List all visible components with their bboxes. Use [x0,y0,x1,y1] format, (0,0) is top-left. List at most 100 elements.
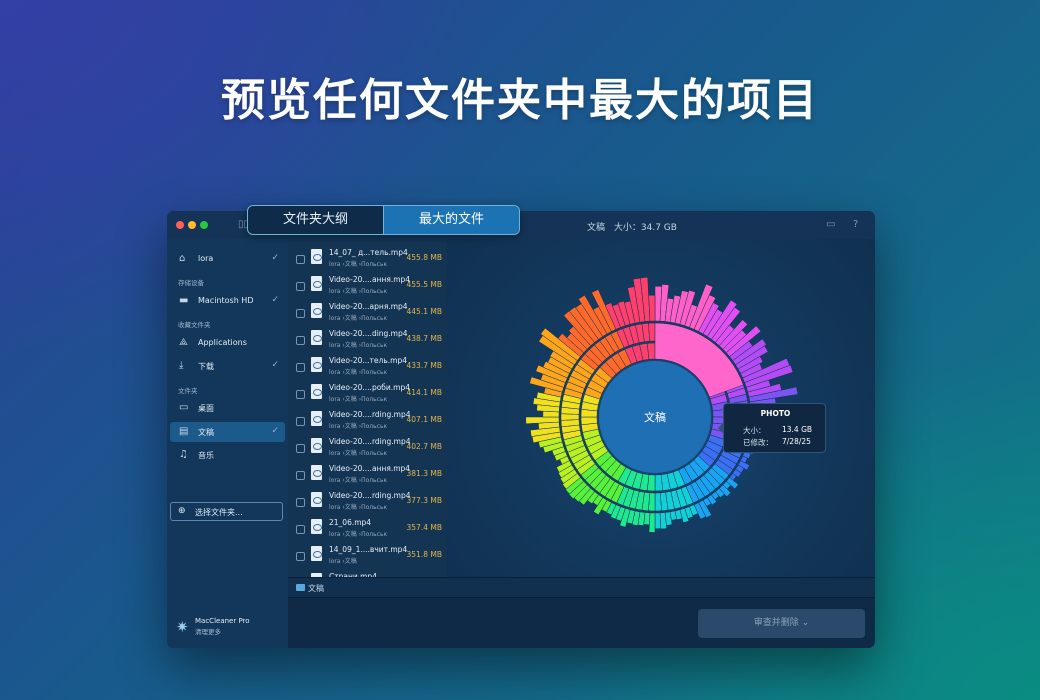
video-file-icon [311,411,322,426]
check-icon: ✓ [271,295,279,305]
tab-largest-files[interactable]: 最大的文件 [383,206,519,234]
file-row[interactable]: 21_06.mp4 lora ›文稿 ›Польськ 357.4 MB [288,515,447,542]
sidebar-item-label: Macintosh HD [198,296,254,305]
file-size: 402.7 MB [406,442,442,451]
choose-folder-button[interactable]: ⊕ 选择文件夹... [170,502,283,521]
file-checkbox[interactable] [296,552,305,561]
tab-folder-outline[interactable]: 文件夹大纲 [248,206,383,234]
check-icon: ✓ [271,360,279,370]
file-name: 14_09_1....вчит.mp4 [329,545,408,554]
zoom-window-button[interactable] [200,221,208,229]
video-file-icon [311,465,322,480]
file-size: 433.7 MB [406,361,442,370]
file-size: 357.4 MB [406,523,442,532]
close-window-button[interactable] [176,221,184,229]
desktop-icon: ▭ [179,402,189,413]
file-row[interactable]: Video-20....ding.mp4 lora ›文稿 ›Польськ 438… [288,326,447,353]
file-path: lora ›文稿 ›Польськ [329,315,388,322]
file-row[interactable]: Video-20...тель.mp4 lora ›文稿 ›Польськ 433.… [288,353,447,380]
file-name: Video-20....роби.mp4 [329,383,411,392]
sidebar-item-downloads[interactable]: ⤓ 下载 ✓ [170,356,285,376]
file-row[interactable]: Video-20....ання.mp4 lora ›文稿 ›Польськ 381… [288,461,447,488]
video-file-icon [311,519,322,534]
file-row[interactable]: Video-20....rding.mp4 lora ›文稿 ›Польськ 40… [288,407,447,434]
file-path: lora ›文稿 ›Польськ [329,369,388,376]
drive-icon: ▬ [179,295,189,306]
file-path: lora ›文稿 ›Польськ [329,477,388,484]
file-row[interactable]: 14_09_1....вчит.mp4 lora ›文稿 351.8 MB [288,542,447,569]
file-path: lora ›文稿 [329,558,357,565]
video-file-icon [311,330,322,345]
file-row[interactable]: 14_07_ д...тель.mp4 lora ›文稿 ›Польськ 455.… [288,245,447,272]
segment-tooltip: PHOTO 大小： 13.4 GB 已修改： 7/28/25 [718,403,826,453]
video-file-icon [311,357,322,372]
video-file-icon [311,384,322,399]
file-size: 445.1 MB [406,307,442,316]
document-icon: ▤ [179,426,189,437]
sidebar-item-macintosh-hd[interactable]: ▬ Macintosh HD ✓ [170,291,285,311]
file-row[interactable]: Video-20....роби.mp4 lora ›文稿 ›Польськ 414… [288,380,447,407]
sidebar-item-desktop[interactable]: ▭ 桌面 [170,398,285,418]
file-row[interactable]: Video-20...арня.mp4 lora ›文稿 ›Польськ 445.… [288,299,447,326]
file-size: 414.1 MB [406,388,442,397]
sunburst-ring-3-segment[interactable] [654,512,662,530]
review-and-delete-button[interactable]: 审查并删除 ⌄ [698,609,865,638]
sidebar: ⌂ lora ✓ 存储设备 ▬ Macintosh HD ✓ 收藏文件夹 ⟁ A… [167,239,288,648]
tooltip-modified-value: 7/28/25 [782,437,811,446]
sunburst-ring-2-segment[interactable] [560,413,580,421]
file-checkbox[interactable] [296,498,305,507]
file-checkbox[interactable] [296,390,305,399]
sidebar-item-applications[interactable]: ⟁ Applications [170,333,285,353]
path-bar: 文稿 [288,577,875,597]
section-header-favorites: 收藏文件夹 [178,321,211,329]
sidebar-item-label: lora [198,254,214,263]
file-checkbox[interactable] [296,309,305,318]
tooltip-size-value: 13.4 GB [782,425,813,434]
file-size: 407.1 MB [406,415,442,424]
video-file-icon [311,546,322,561]
sunburst-ring-2-segment[interactable] [648,322,656,342]
largest-files-list: 14_07_ д...тель.mp4 lora ›文稿 ›Польськ 455.… [288,239,447,577]
file-checkbox[interactable] [296,444,305,453]
file-size: 455.8 MB [406,253,442,262]
file-row[interactable]: Страни.mp4 [288,569,447,577]
file-checkbox[interactable] [296,282,305,291]
folder-icon [296,584,305,591]
tooltip-modified-label: 已修改： [743,438,773,447]
file-checkbox[interactable] [296,417,305,426]
sidebar-item-label: 文稿 [198,428,214,437]
file-checkbox[interactable] [296,255,305,264]
apps-icon: ⟁ [179,337,188,348]
file-row[interactable]: Video-20....rding.mp4 lora ›文稿 ›Польськ 40… [288,434,447,461]
file-checkbox[interactable] [296,525,305,534]
choose-folder-label: 选择文件夹... [195,508,243,517]
chat-bubble-icon[interactable]: ▭ [826,219,835,230]
file-name: Video-20....ding.mp4 [329,329,408,338]
file-name: 14_07_ д...тель.mp4 [329,248,408,257]
file-checkbox[interactable] [296,363,305,372]
sunburst-ring-3-segment[interactable] [648,294,656,322]
banner-title: 预览任何文件夹中最大的项目 [221,75,819,126]
sunburst-center-label: 文稿 [644,410,666,424]
minimize-window-button[interactable] [188,221,196,229]
footer: 审查并删除 ⌄ [288,597,875,648]
file-name: Video-20...тель.mp4 [329,356,407,365]
sidebar-item-documents[interactable]: ▤ 文稿 ✓ [170,422,285,442]
path-bar-label: 文稿 [308,584,324,593]
file-name: Video-20....rding.mp4 [329,437,411,446]
file-name: Video-20....rding.mp4 [329,491,411,500]
check-icon: ✓ [271,253,279,263]
app-window: ▯▯ 文稿 大小：34.7 GB ▭ ? ⌂ lora ✓ 存储设备 ▬ Mac… [167,211,875,648]
help-icon[interactable]: ? [853,219,858,230]
sunburst-ring-2-segment[interactable] [654,492,662,512]
video-file-icon [311,276,322,291]
download-icon: ⤓ [179,360,184,371]
sidebar-item-user[interactable]: ⌂ lora ✓ [170,249,285,269]
file-checkbox[interactable] [296,471,305,480]
file-checkbox[interactable] [296,336,305,345]
file-row[interactable]: Video-20....ання.mp4 lora ›文稿 ›Польськ 455… [288,272,447,299]
sidebar-item-music[interactable]: ♫ 音乐 [170,445,285,465]
home-icon: ⌂ [179,253,186,264]
file-row[interactable]: Video-20....rding.mp4 lora ›文稿 ›Польськ 37… [288,488,447,515]
video-file-icon [311,249,322,264]
